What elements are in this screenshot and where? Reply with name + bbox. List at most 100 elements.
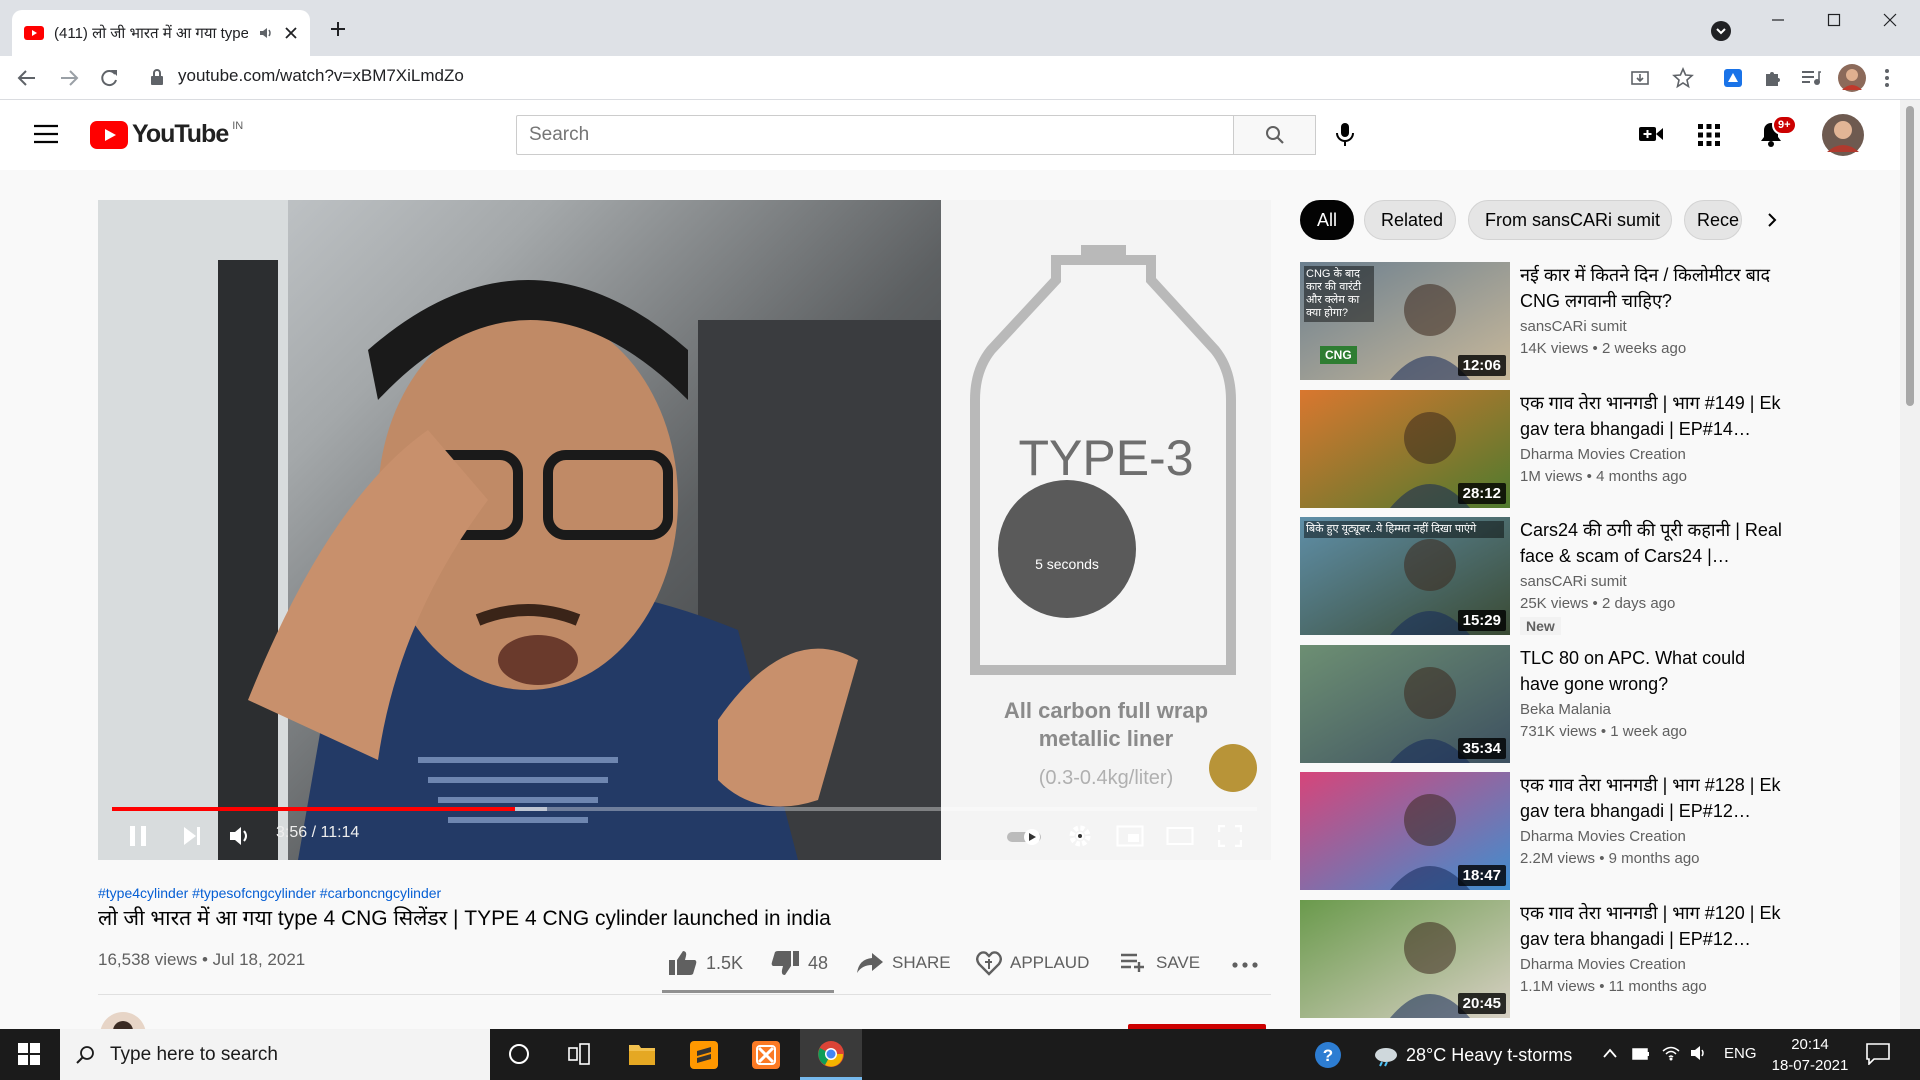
media-control-icon[interactable] — [1800, 67, 1822, 89]
maximize-button[interactable] — [1806, 0, 1862, 40]
profile-avatar[interactable] — [1838, 64, 1866, 92]
recommendation-card[interactable]: 28:12 एक गाव तेरा भानगडी | भाग #149 | Ek … — [1300, 390, 1880, 510]
lock-icon[interactable] — [150, 68, 164, 86]
search-box[interactable] — [516, 115, 1234, 155]
volume-icon[interactable] — [228, 825, 252, 847]
dislike-button[interactable]: 48 — [770, 948, 828, 978]
recommendation-card[interactable]: 35:34 TLC 80 on APC. What could have gone… — [1300, 645, 1880, 765]
recommendation-title[interactable]: एक गाव तेरा भानगडी | भाग #149 | Ek gav t… — [1520, 390, 1785, 442]
chip-all[interactable]: All — [1300, 200, 1354, 240]
svg-text:?: ? — [1323, 1046, 1333, 1065]
bookmark-star-icon[interactable] — [1672, 67, 1694, 89]
recommendation-title[interactable]: TLC 80 on APC. What could have gone wron… — [1520, 645, 1785, 697]
recommendation-card[interactable]: 18:47 एक गाव तेरा भानगडी | भाग #128 | Ek … — [1300, 772, 1880, 892]
address-bar[interactable]: youtube.com/watch?v=xBM7XiLmdZo — [178, 66, 464, 86]
recommendation-title[interactable]: Cars24 की ठगी की पूरी कहानी | Real face … — [1520, 517, 1785, 569]
account-avatar[interactable] — [1822, 114, 1864, 156]
chrome-taskbar-button[interactable] — [800, 1029, 862, 1080]
recommendation-channel[interactable]: Dharma Movies Creation — [1520, 828, 1686, 845]
task-view-icon[interactable] — [568, 1043, 590, 1065]
close-window-button[interactable] — [1862, 0, 1918, 40]
recommendation-thumbnail[interactable]: बिके हुए यूट्यूबर..ये हिम्मत नहीं दिखा प… — [1300, 517, 1510, 635]
tab-search-icon[interactable] — [1710, 20, 1732, 42]
cortana-icon[interactable] — [508, 1043, 530, 1065]
tray-chevron-icon[interactable] — [1602, 1047, 1618, 1059]
recommendation-card[interactable]: 20:45 एक गाव तेरा भानगडी | भाग #120 | Ek … — [1300, 900, 1880, 1020]
recommendation-channel[interactable]: sansCARi sumit — [1520, 573, 1627, 590]
recommendation-card[interactable]: बिके हुए यूट्यूबर..ये हिम्मत नहीं दिखा प… — [1300, 517, 1880, 637]
more-actions-icon[interactable] — [1232, 962, 1258, 968]
recommendation-thumbnail[interactable]: 20:45 — [1300, 900, 1510, 1018]
extension-icon[interactable] — [1722, 67, 1744, 89]
create-video-icon[interactable] — [1638, 124, 1664, 144]
recommendation-channel[interactable]: Dharma Movies Creation — [1520, 446, 1686, 463]
chip-from-channel[interactable]: From sansCARi sumit — [1468, 200, 1672, 240]
help-icon[interactable]: ? — [1314, 1041, 1342, 1069]
share-arrow-icon — [857, 953, 883, 973]
recommendation-thumbnail[interactable]: 28:12 — [1300, 390, 1510, 508]
recommendation-channel[interactable]: Dharma Movies Creation — [1520, 956, 1686, 973]
chip-related[interactable]: Related — [1364, 200, 1456, 240]
pause-icon[interactable] — [128, 824, 148, 848]
miniplayer-icon[interactable] — [1116, 825, 1144, 847]
save-button[interactable]: SAVE — [1120, 948, 1200, 978]
language-indicator[interactable]: ENG — [1724, 1045, 1757, 1062]
like-button[interactable]: 1.5K — [668, 948, 743, 978]
fullscreen-icon[interactable] — [1218, 825, 1242, 847]
tab-close-icon[interactable] — [284, 26, 298, 40]
video-hashtags[interactable]: #type4cylinder #typesofcngcylinder #carb… — [98, 885, 441, 901]
playlist-add-icon — [1121, 953, 1144, 972]
install-app-icon[interactable] — [1630, 68, 1650, 88]
search-button[interactable] — [1234, 115, 1316, 155]
tab-audio-icon[interactable] — [258, 25, 274, 41]
youtube-logo[interactable]: YouTube IN — [90, 120, 243, 149]
autoplay-toggle[interactable] — [1006, 828, 1044, 846]
recommendation-channel[interactable]: Beka Malania — [1520, 701, 1611, 718]
applaud-button[interactable]: APPLAUD — [976, 948, 1089, 978]
browser-tab[interactable]: (411) लो जी भारत में आ गया type 4 CNG सि… — [12, 10, 310, 56]
taskbar-search-box[interactable]: Type here to search — [60, 1029, 490, 1080]
microphone-icon[interactable] — [1335, 122, 1355, 148]
weather-widget[interactable]: 28°C Heavy t-storms — [1372, 1043, 1572, 1067]
channel-avatar[interactable] — [100, 1012, 146, 1029]
settings-gear-icon[interactable] — [1068, 824, 1092, 848]
chip-recent[interactable]: Rece — [1684, 200, 1742, 240]
xampp-icon[interactable] — [752, 1041, 780, 1069]
puzzle-extensions-icon[interactable] — [1762, 67, 1784, 89]
taskbar-clock[interactable]: 20:14 18-07-2021 — [1770, 1034, 1850, 1076]
recommendation-thumbnail[interactable]: CNG के बाद कार की वारंटी और क्लेम का क्य… — [1300, 262, 1510, 380]
battery-icon[interactable] — [1632, 1047, 1650, 1061]
file-explorer-icon[interactable] — [628, 1041, 656, 1067]
recommendation-title[interactable]: एक गाव तेरा भानगडी | भाग #128 | Ek gav t… — [1520, 772, 1785, 824]
theater-mode-icon[interactable] — [1166, 826, 1194, 846]
video-progress-bar[interactable] — [112, 807, 1257, 811]
minimize-button[interactable] — [1750, 0, 1806, 40]
back-arrow-icon[interactable] — [16, 67, 38, 89]
chips-next-arrow-icon[interactable] — [1762, 210, 1782, 230]
page-scrollbar-thumb[interactable] — [1906, 106, 1914, 406]
recommendation-title[interactable]: एक गाव तेरा भानगडी | भाग #120 | Ek gav t… — [1520, 900, 1785, 952]
chrome-icon — [818, 1041, 844, 1067]
share-button[interactable]: SHARE — [856, 948, 951, 978]
windows-start-icon[interactable] — [18, 1043, 40, 1065]
recommendation-channel[interactable]: sansCARi sumit — [1520, 318, 1627, 335]
recommendation-title[interactable]: नई कार में कितने दिन / किलोमीटर बाद CNG … — [1520, 262, 1785, 314]
browser-menu-icon[interactable] — [1884, 68, 1890, 88]
apps-grid-icon[interactable] — [1698, 124, 1720, 146]
recommendation-thumbnail[interactable]: 18:47 — [1300, 772, 1510, 890]
search-input[interactable] — [517, 116, 1233, 154]
video-player[interactable]: TYPE-3 All carbon full wrap metallic lin… — [98, 200, 1271, 860]
forward-arrow-icon[interactable] — [58, 67, 80, 89]
notifications-center-icon[interactable] — [1866, 1043, 1890, 1065]
recommendation-card[interactable]: CNG के बाद कार की वारंटी और क्लेम का क्य… — [1300, 262, 1880, 382]
thumbnail-caption: CNG के बाद कार की वारंटी और क्लेम का क्य… — [1304, 266, 1374, 322]
video-duration: 15:29 — [1457, 610, 1506, 631]
hamburger-menu-icon[interactable] — [34, 124, 58, 144]
reload-icon[interactable] — [98, 67, 120, 89]
speaker-icon[interactable] — [1690, 1045, 1708, 1061]
new-tab-button[interactable] — [326, 17, 350, 41]
wifi-icon[interactable] — [1662, 1045, 1680, 1061]
next-video-icon[interactable] — [182, 825, 202, 847]
recommendation-thumbnail[interactable]: 35:34 — [1300, 645, 1510, 763]
sublime-text-icon[interactable] — [690, 1041, 718, 1069]
